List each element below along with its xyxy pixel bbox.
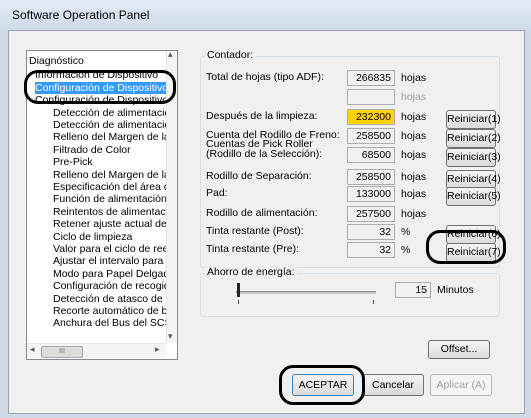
energy-slider-track[interactable]	[236, 291, 376, 294]
ok-button-label: ACEPTAR	[298, 379, 348, 391]
tree-horizontal-scrollbar[interactable]: ◂ III ▸	[27, 343, 166, 358]
tree-item[interactable]: Valor para el ciclo de reemp	[53, 243, 177, 255]
counter-unit: hojas	[401, 208, 427, 220]
counter-label: Rodillo de Separación:	[206, 170, 312, 182]
reset-button[interactable]: Reiniciar(7)	[446, 243, 501, 262]
counter-label: Total de hojas (tipo ADF):	[206, 71, 324, 83]
counter-label: Después de la limpieza:	[206, 110, 318, 122]
tree-item[interactable]: Información de Dispositivo	[35, 69, 158, 81]
tree-item[interactable]: Función de alimentación m	[53, 193, 177, 205]
energy-minutes-unit: Minutos	[437, 284, 474, 296]
counter-unit: hojas	[401, 171, 427, 183]
tree-item[interactable]: Configuración de Dispositivo	[35, 81, 169, 94]
tree-item[interactable]: Configuración de Dispositivo	[35, 94, 168, 106]
counter-value	[347, 89, 395, 105]
tree-item[interactable]: Especificación del área de	[53, 181, 176, 193]
cancel-button-label: Cancelar	[371, 379, 415, 391]
scroll-up-arrow-icon[interactable]: ▴	[168, 49, 173, 60]
apply-button: Aplicar (A)	[430, 374, 492, 396]
counter-unit: hojas	[401, 111, 427, 123]
contador-group-label: Contador:	[205, 49, 256, 61]
offset-button-label: Offset...	[440, 343, 478, 355]
counter-value: 68500	[347, 147, 395, 163]
counter-unit: %	[401, 226, 411, 238]
tree-item[interactable]: Ajustar el intervalo para la	[53, 255, 174, 267]
tree-item[interactable]: Modo para Papel Delgado	[53, 268, 175, 280]
reset-button[interactable]: Reiniciar(6)	[446, 225, 501, 244]
counter-value: 32	[347, 242, 395, 258]
window-title: Software Operation Panel	[12, 8, 150, 22]
counter-value: 257500	[347, 206, 395, 222]
tree-vertical-scrollbar[interactable]: ▴ ▾	[166, 49, 177, 343]
scroll-down-arrow-icon[interactable]: ▾	[168, 331, 173, 342]
scroll-right-arrow-icon[interactable]: ▸	[155, 344, 160, 355]
tree-item[interactable]: Recorte automático de bor	[53, 305, 177, 317]
counter-value: 266835	[347, 70, 395, 86]
counter-label: Rodillo de alimentación:	[206, 207, 318, 219]
counter-unit: hojas	[401, 130, 427, 142]
tree-item[interactable]: Relleno del Margen de la F	[53, 169, 177, 181]
offset-button[interactable]: Offset...	[428, 340, 490, 359]
tree-item[interactable]: Retener ajuste actual del g	[53, 218, 177, 230]
energy-minutes-field[interactable]: 15	[395, 282, 431, 298]
tree-item[interactable]: Relleno del Margen de la F	[53, 131, 177, 143]
counter-unit: %	[401, 244, 411, 256]
tree-item[interactable]: Reintentos de alimentación	[53, 206, 177, 218]
title-bar: Software Operation Panel	[0, 0, 531, 30]
tree-item[interactable]: Detección de atasco de pa	[53, 293, 177, 305]
tree-item[interactable]: Ciclo de limpieza	[53, 231, 132, 243]
tree-item[interactable]: Diagnóstico	[29, 55, 84, 67]
counter-value: 133000	[347, 186, 395, 202]
counter-unit: hojas	[401, 91, 427, 103]
energy-saving-group-label: Ahorro de energía:	[205, 266, 297, 278]
ok-button[interactable]: ACEPTAR	[292, 374, 354, 396]
counter-label: Tinta restante (Pre):	[206, 243, 299, 255]
tree-item[interactable]: Filtrado de Color	[53, 144, 131, 156]
tree-item[interactable]: Configuración de recogida	[53, 280, 176, 292]
slider-tick-start	[238, 300, 239, 304]
reset-button[interactable]: Reiniciar(2)	[446, 129, 501, 148]
counter-value: 32	[347, 224, 395, 240]
counter-value: 258500	[347, 169, 395, 185]
reset-button[interactable]: Reiniciar(5)	[446, 187, 501, 206]
slider-tick-end	[373, 300, 374, 304]
counter-value: 232300	[347, 109, 395, 125]
tree-item[interactable]: Anchura del Bus del SCSI	[53, 317, 174, 329]
reset-button[interactable]: Reiniciar(3)	[446, 148, 501, 167]
reset-button[interactable]: Reiniciar(1)	[446, 110, 501, 129]
scroll-thumb[interactable]: III	[41, 346, 83, 358]
settings-tree[interactable]: Diagnóstico Información de Dispositivo Con…	[26, 50, 178, 360]
counter-label: Tinta restante (Post):	[206, 225, 304, 237]
cancel-button[interactable]: Cancelar	[362, 374, 424, 396]
energy-slider-thumb[interactable]	[237, 283, 240, 297]
tree-item[interactable]: Pre-Pick	[53, 156, 93, 168]
apply-button-label: Aplicar (A)	[436, 379, 486, 391]
scroll-left-arrow-icon[interactable]: ◂	[30, 344, 35, 355]
counter-unit: hojas	[401, 188, 427, 200]
counter-label: Pad:	[206, 187, 228, 199]
counter-value: 258500	[347, 128, 395, 144]
tree-item[interactable]: Detección de alimentación	[53, 119, 176, 131]
counter-unit: hojas	[401, 149, 427, 161]
tree-item[interactable]: Detección de alimentación	[53, 107, 176, 119]
counter-unit: hojas	[401, 72, 427, 84]
counter-label: Cuentas de Pick Roller (Rodillo de la Se…	[206, 138, 323, 160]
